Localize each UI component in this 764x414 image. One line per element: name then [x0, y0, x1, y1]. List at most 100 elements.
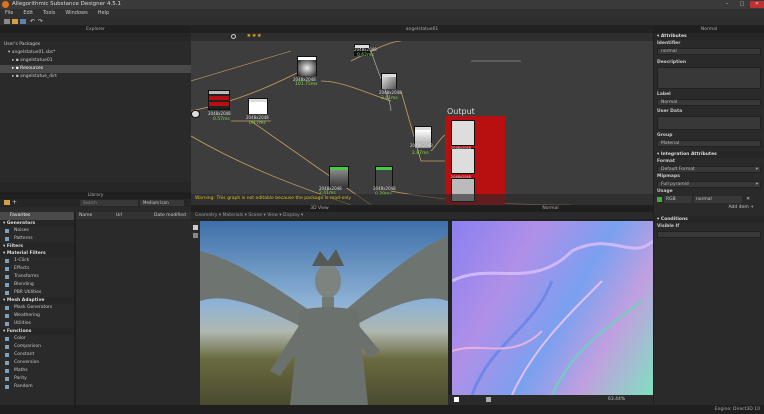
output-node[interactable] — [451, 120, 475, 146]
library-category-filters[interactable]: ▾ Filters — [0, 243, 74, 250]
redo-icon[interactable]: ↷ — [38, 18, 43, 25]
light-icon[interactable] — [193, 233, 198, 238]
user-data-field[interactable] — [657, 116, 761, 130]
library-category-transforms[interactable]: Transforms — [0, 273, 74, 281]
usage-channel-select[interactable]: RGB — [664, 196, 692, 203]
undo-icon[interactable]: ↶ — [30, 18, 35, 25]
menu-file[interactable]: File — [0, 9, 18, 18]
column-name[interactable]: Name — [79, 212, 92, 219]
library-category-patterns[interactable]: Patterns — [0, 235, 74, 243]
graph-node[interactable] — [381, 73, 397, 89]
format-select[interactable]: Default Format ▾ — [657, 166, 761, 173]
usage-value-select[interactable]: normal — [694, 196, 742, 203]
library-splitter[interactable] — [74, 212, 76, 405]
folder-icon[interactable] — [4, 200, 10, 205]
library-view-mode-select[interactable]: Medium Icon — [140, 200, 184, 206]
explorer-item-dirt[interactable]: ▸ ▪ angelstatue_dirt — [0, 73, 191, 81]
graph-node[interactable] — [297, 56, 317, 76]
graph-node[interactable] — [208, 90, 230, 110]
add-icon[interactable]: + — [12, 199, 17, 206]
3d-menu-display[interactable]: Display — [283, 213, 300, 218]
chevron-down-icon: ▾ — [755, 167, 758, 172]
library-category-generators[interactable]: ▾ Generators — [0, 220, 74, 227]
library-category-pbr-utilities[interactable]: PBR Utilities — [0, 289, 74, 297]
label-field[interactable]: Normal — [657, 99, 761, 106]
library-category-effects[interactable]: Effects — [0, 265, 74, 273]
graph-node[interactable] — [329, 166, 349, 188]
search-icon[interactable] — [231, 34, 236, 39]
library-search-input[interactable]: Search — [80, 200, 138, 206]
chevron-down-icon: ▾ — [755, 182, 758, 187]
library-category-functions[interactable]: ▾ Functions — [0, 328, 74, 335]
add-item-button[interactable]: Add item + — [654, 204, 764, 212]
library-category-utilities[interactable]: Utilities — [0, 320, 74, 328]
library-category-mesh-adaptive[interactable]: ▾ Mesh Adaptive — [0, 297, 74, 304]
library-category-label: Material Filters — [6, 251, 46, 256]
library-category-1-click[interactable]: 1-Click — [0, 257, 74, 265]
description-field[interactable] — [657, 67, 761, 89]
remove-icon[interactable]: ✕ — [746, 196, 750, 202]
channel-rgb-icon[interactable] — [454, 397, 459, 402]
usage-checkbox[interactable] — [657, 197, 662, 202]
normal-map-preview[interactable] — [452, 221, 653, 395]
column-url[interactable]: Url — [116, 212, 122, 219]
3d-menu-view[interactable]: View — [267, 213, 278, 218]
library-category-weathering[interactable]: Weathering — [0, 312, 74, 320]
3d-menu-materials[interactable]: Materials — [223, 213, 244, 218]
output-frame[interactable]: 2048x2048 2048x2048 — [445, 116, 505, 205]
2d-view-panel[interactable]: Normal 63.44% — [448, 205, 653, 405]
save-icon[interactable] — [20, 19, 26, 24]
new-file-icon[interactable] — [4, 19, 10, 24]
graph-panel[interactable]: angelstatue01 ✱ ✱ ✱ 2048x2048 101.75ms 2… — [191, 26, 653, 205]
column-date[interactable]: Date modified — [154, 212, 186, 219]
explorer-package[interactable]: ▾ angelstatue01.sbs* — [0, 49, 191, 57]
library-category-conversion[interactable]: Conversion — [0, 359, 74, 367]
library-category-favorites[interactable]: Favorites — [0, 212, 74, 220]
library-category-maths[interactable]: Maths — [0, 367, 74, 375]
3d-view-panel[interactable]: 3D View Geometry ▾ Materials ▾ Scene ▾ V… — [191, 205, 448, 405]
attributes-section[interactable]: ▾ Attributes — [654, 33, 764, 40]
explorer-item-graph[interactable]: ▸ ▪ angelstatue01 — [0, 57, 191, 65]
open-folder-icon[interactable] — [12, 19, 18, 24]
library-category-label: Utilities — [14, 321, 31, 326]
library-category-label: Generators — [6, 221, 36, 226]
identifier-field[interactable]: normal — [657, 48, 761, 55]
tile-icon[interactable] — [486, 397, 491, 402]
library-category-blending[interactable]: Blending — [0, 281, 74, 289]
mipmaps-select[interactable]: Full pyramid ▾ — [657, 181, 761, 188]
library-category-noises[interactable]: Noises — [0, 227, 74, 235]
library-category-material-filters[interactable]: ▾ Material Filters — [0, 250, 74, 257]
node-resolution: 2048x2048 — [208, 111, 231, 116]
frame-icon[interactable]: ✱ ✱ ✱ — [247, 34, 261, 39]
menu-tools[interactable]: Tools — [38, 9, 60, 18]
zoom-level[interactable]: 63.44% — [608, 397, 625, 402]
output-node[interactable] — [451, 148, 475, 174]
menu-edit[interactable]: Edit — [18, 9, 38, 18]
library-category-random[interactable]: Random — [0, 383, 74, 391]
library-category-label: Favorites — [10, 213, 31, 218]
visible-if-field[interactable] — [657, 231, 761, 238]
conditions-section[interactable]: ▾ Conditions — [654, 216, 764, 223]
library-category-color[interactable]: Color — [0, 335, 74, 343]
library-category-parity[interactable]: Parity — [0, 375, 74, 383]
library-category-mask-generators[interactable]: Mask Generators — [0, 304, 74, 312]
menu-windows[interactable]: Windows — [60, 9, 92, 18]
graph-frame-node[interactable] — [191, 110, 200, 118]
explorer-panel: Explorer User's Packages ▾ angelstatue01… — [0, 26, 191, 192]
library-category-label: Transforms — [14, 274, 39, 279]
group-field[interactable]: Material — [657, 140, 761, 147]
explorer-item-resources[interactable]: ▸ ▪ Resources — [0, 65, 191, 73]
library-category-constant[interactable]: Constant — [0, 351, 74, 359]
3d-menu-geometry[interactable]: Geometry — [195, 213, 217, 218]
camera-icon[interactable] — [193, 225, 198, 230]
library-category-comparison[interactable]: Comparison — [0, 343, 74, 351]
close-icon[interactable]: ✕ — [750, 1, 764, 8]
3d-viewport[interactable] — [200, 221, 448, 405]
integration-section[interactable]: ▾ Integration Attributes — [654, 151, 764, 158]
menu-help[interactable]: Help — [93, 9, 114, 18]
3d-menu-scene[interactable]: Scene — [248, 213, 262, 218]
minimize-icon[interactable]: – — [720, 1, 734, 8]
graph-node[interactable] — [248, 98, 268, 114]
graph-node[interactable] — [375, 166, 393, 188]
maximize-icon[interactable]: □ — [735, 1, 749, 8]
